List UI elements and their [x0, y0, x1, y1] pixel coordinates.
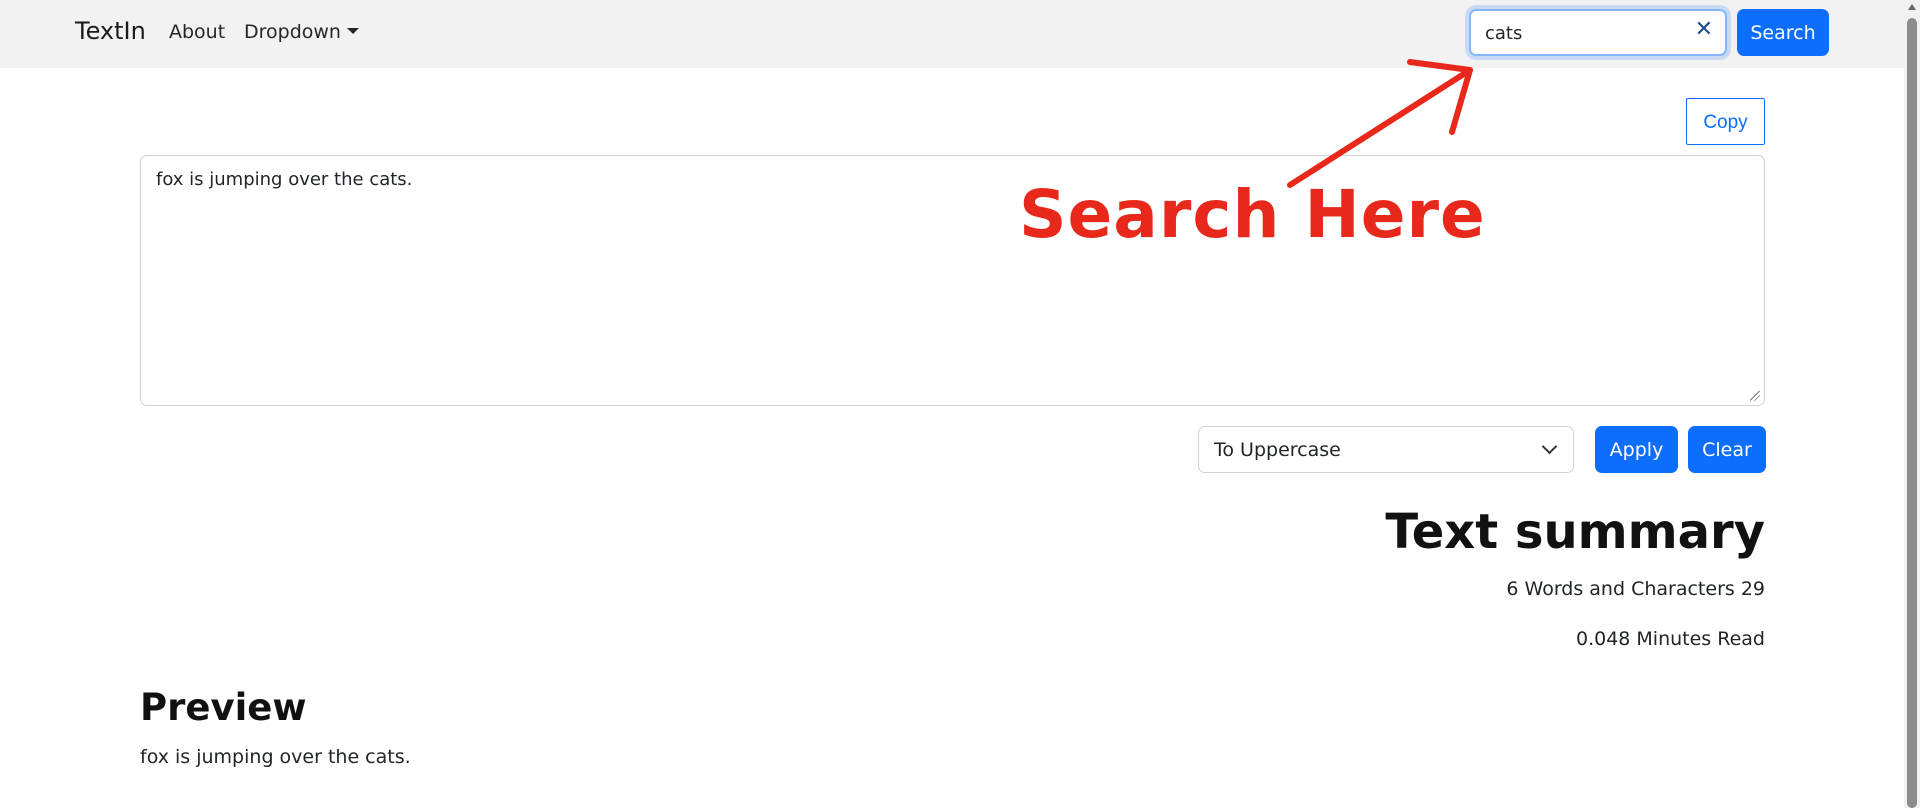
transform-select[interactable]: To Uppercase	[1198, 426, 1574, 473]
clear-search-icon[interactable]: ✕	[1695, 17, 1713, 42]
annotation-label: Search Here	[1019, 176, 1486, 253]
navbar: TextIn About Dropdown ✕ Search	[0, 0, 1904, 68]
read-time: 0.048 Minutes Read	[1575, 628, 1765, 650]
clear-button[interactable]: Clear	[1688, 426, 1766, 473]
nav-about-link[interactable]: About	[169, 21, 225, 43]
search-button[interactable]: Search	[1737, 9, 1829, 56]
page-scrollbar[interactable]	[1904, 0, 1920, 808]
summary-heading: Text summary	[1385, 504, 1765, 560]
resize-handle-icon[interactable]	[1750, 391, 1760, 401]
text-input-content: fox is jumping over the cats.	[156, 169, 413, 190]
transform-select-value: To Uppercase	[1214, 439, 1341, 461]
preview-text: fox is jumping over the cats.	[140, 746, 411, 768]
nav-dropdown-toggle[interactable]: Dropdown	[244, 21, 359, 43]
search-field[interactable]: ✕	[1469, 9, 1727, 56]
scroll-up-icon[interactable]	[1908, 4, 1916, 10]
brand-link[interactable]: TextIn	[75, 17, 146, 45]
word-char-count: 6 Words and Characters 29	[1506, 578, 1765, 600]
caret-down-icon	[346, 28, 359, 34]
preview-heading: Preview	[140, 686, 307, 729]
text-input-area[interactable]: fox is jumping over the cats.	[140, 155, 1765, 406]
scrollbar-thumb[interactable]	[1907, 18, 1917, 808]
nav-dropdown-label: Dropdown	[244, 21, 341, 43]
chevron-down-icon	[1541, 438, 1558, 455]
copy-button[interactable]: Copy	[1686, 98, 1765, 145]
apply-button[interactable]: Apply	[1595, 426, 1678, 473]
search-input[interactable]	[1485, 20, 1685, 46]
